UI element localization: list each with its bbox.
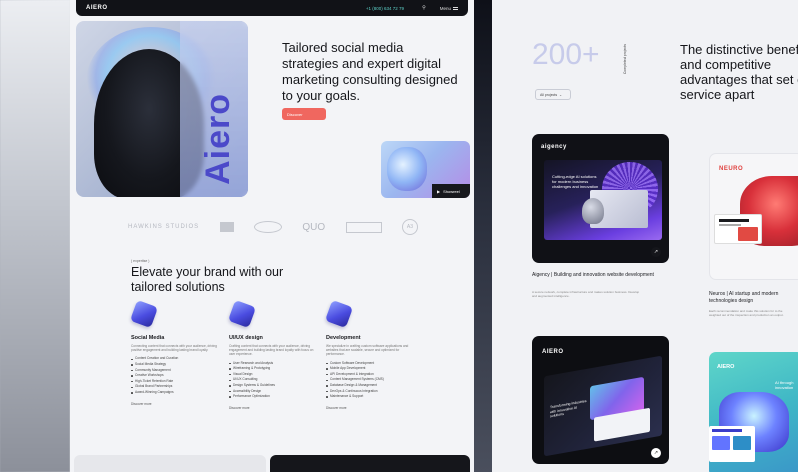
discover-label: Discover — [287, 111, 303, 117]
project-card-aiero-teal[interactable]: AIERO AI through innovation — [709, 352, 798, 472]
backdrop — [0, 0, 70, 472]
discover-more-link[interactable]: Discover more — [229, 406, 317, 410]
client-logo-quo: QUO — [302, 221, 326, 233]
list-item: Award-Winning Campaigns — [131, 390, 219, 396]
project-mockup — [709, 426, 755, 462]
heading-line: service apart — [680, 87, 755, 102]
project-mockup — [714, 214, 762, 244]
chevron-down-icon: ⌄ — [559, 92, 563, 97]
hero-heading: Tailored social media strategies and exp… — [282, 40, 458, 103]
project-caption[interactable]: Aigency | Building and innovation websit… — [532, 272, 662, 279]
showreel-bar[interactable]: ▶ Showreel — [432, 184, 470, 198]
benefits-heading: The distinctive benefits and competitive… — [680, 42, 798, 102]
discover-button[interactable]: Discover — [282, 108, 326, 120]
next-section-card-light — [74, 455, 266, 472]
service-name: UI/UX design — [229, 335, 263, 341]
client-logos: HAWKINS STUDIOS QUO A3 — [128, 215, 418, 239]
project-logo: AIERO — [717, 364, 735, 370]
heading-line: advantages that set our — [680, 72, 798, 87]
client-logo-rect — [345, 221, 382, 233]
heading-line: The distinctive benefits — [680, 42, 798, 57]
project-card-aiero-dark[interactable]: AIERO Transforming industries with innov… — [532, 336, 669, 464]
project-logo: aigency — [541, 144, 567, 150]
project-description: Each recommendation and make this soluti… — [709, 309, 784, 317]
arrow-right-icon[interactable]: ↗ — [651, 247, 661, 257]
projects-stat-label: Completed projects — [623, 44, 627, 75]
section-tag: ( expertise ) — [131, 259, 150, 263]
right-page: 200+ Completed projects All projects ⌄ T… — [492, 0, 798, 472]
uiux-design-icon — [227, 299, 257, 329]
project-logo: NEURO — [719, 166, 744, 172]
services-grid: Social Media Connecting content that con… — [129, 299, 431, 433]
phone-link[interactable]: +1 (800) 634 72 79 — [366, 6, 404, 11]
project-mockup: Transforming industries with innovative … — [544, 355, 662, 457]
project-card-aigency[interactable]: aigency Cutting-edge AI solutions for mo… — [532, 134, 669, 263]
next-section-card-dark — [270, 455, 470, 472]
mockup-image — [738, 227, 758, 241]
project-logo: AIERO — [542, 349, 564, 355]
project-card-neuros[interactable]: NEURO — [709, 153, 798, 280]
showreel-label: Showreel — [443, 188, 460, 194]
mockup-headline: Transforming industries with innovative … — [550, 398, 587, 419]
search-icon[interactable]: ⚲ — [422, 5, 426, 11]
mockup-line — [719, 224, 741, 226]
backdrop-divider — [474, 0, 492, 472]
list-item: Performance Optimization — [229, 394, 317, 400]
hero-brand-text: Aiero — [199, 93, 237, 185]
service-description: We specialize in crafting custom softwar… — [326, 344, 409, 357]
mockup-headline: AI through innovation — [775, 380, 794, 390]
all-projects-button[interactable]: All projects ⌄ — [535, 89, 571, 100]
menu-button[interactable]: Menu — [440, 6, 458, 11]
client-logo-hawkins: HAWKINS STUDIOS — [128, 224, 200, 230]
services-heading: Elevate your brand with our tailored sol… — [131, 265, 284, 294]
top-nav: AIERO +1 (800) 634 72 79 ⚲ Menu — [76, 0, 468, 16]
play-icon: ▶ — [437, 188, 441, 194]
showreel-visual — [387, 147, 427, 191]
social-media-icon — [129, 299, 159, 329]
menu-icon — [453, 6, 458, 10]
service-name: Development — [326, 335, 361, 341]
service-list: Custom Software Development Mobile App D… — [326, 361, 414, 400]
mockup-headline: Cutting-edge AI solutions for modern bus… — [552, 174, 599, 189]
project-description: A secure network, complete infrastructur… — [532, 290, 640, 298]
mockup-image — [712, 436, 730, 450]
mockup-line — [719, 219, 749, 222]
projects-stat: 200+ — [532, 38, 600, 71]
list-item: Maintenance & Support — [326, 394, 414, 400]
service-description: Crafting content that connects with your… — [229, 344, 314, 357]
heading-line: and competitive — [680, 57, 772, 72]
discover-more-link[interactable]: Discover more — [326, 406, 414, 410]
discover-more-link[interactable]: Discover more — [131, 402, 219, 406]
left-page: AIERO +1 (800) 634 72 79 ⚲ Menu Aiero Ta… — [70, 0, 474, 472]
service-description: Connecting content that connects with yo… — [131, 344, 217, 353]
client-logo-a3: A3 — [401, 219, 418, 235]
service-list: Content Creation and Curation Social Med… — [131, 356, 219, 395]
all-projects-label: All projects — [540, 92, 558, 97]
arrow-right-icon[interactable]: ↗ — [651, 448, 661, 458]
service-uiux-design: UI/UX design Crafting content that conne… — [227, 299, 317, 410]
service-social-media: Social Media Connecting content that con… — [129, 299, 219, 406]
service-name: Social Media — [131, 335, 165, 341]
hero-image: Aiero — [76, 21, 248, 197]
mockup-line — [712, 429, 742, 432]
mockup-robot — [582, 198, 604, 224]
project-caption[interactable]: Neuros | AI startup and modern technolog… — [709, 291, 798, 304]
mockup-image — [733, 436, 751, 450]
service-development: Development We specialize in crafting cu… — [324, 299, 414, 410]
menu-label: Menu — [439, 5, 451, 11]
service-list: User Research and Analysis Wireframing &… — [229, 361, 317, 400]
client-logo-oval — [253, 221, 282, 233]
development-icon — [324, 299, 354, 329]
showreel-card[interactable]: ▶ Showreel — [381, 141, 470, 198]
site-logo[interactable]: AIERO — [86, 5, 108, 11]
client-logo-box — [219, 222, 234, 232]
